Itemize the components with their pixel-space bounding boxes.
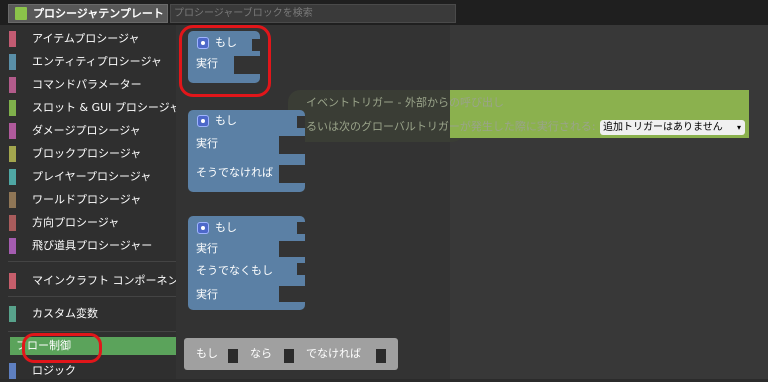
elseif-label: そうでなくもし	[196, 264, 273, 277]
category-color-bar	[9, 306, 16, 322]
category-item-procedures[interactable]: ダメージプロシージャ	[0, 119, 176, 142]
do-label: 実行	[196, 137, 218, 150]
category-color-bar	[9, 54, 16, 70]
value-slot	[284, 349, 294, 363]
category-label: ブロックプロシージャ	[32, 147, 142, 160]
divider	[8, 331, 176, 332]
category-item-procedures[interactable]: 飛び道具プロシージャー	[0, 234, 176, 257]
template-icon	[15, 7, 27, 20]
highlight-if-block	[179, 25, 271, 97]
if-do-else-block[interactable]: もし 実行 そうでなければ	[188, 110, 305, 192]
divider	[8, 296, 176, 297]
category-color-bar	[9, 100, 16, 116]
category-label: スロット & GUI プロシージャ	[32, 101, 181, 114]
tab-label: プロシージャテンプレート	[33, 7, 164, 20]
category-label: マインクラフト コンポーネント	[32, 274, 190, 287]
statement-slot	[279, 165, 305, 183]
input-notch	[297, 263, 305, 275]
category-item-procedures[interactable]: ワールドプロシージャ	[0, 188, 176, 211]
category-item-custom-variables[interactable]: カスタム変数	[0, 302, 176, 325]
tab-procedure-templates[interactable]: プロシージャテンプレート	[8, 4, 168, 23]
category-label: 方向プロシージャ	[32, 216, 120, 229]
chevron-down-icon: ▾	[736, 123, 741, 132]
event-subtitle: るいは次のグローバルトリガーが発生した際に実行される:	[306, 120, 596, 133]
category-label: プレイヤープロシージャ	[32, 170, 152, 183]
category-color-bar	[9, 31, 16, 47]
if-label: もし	[215, 114, 237, 127]
dropdown-value: 追加トリガーはありません	[603, 122, 723, 133]
else-label: そうでなければ	[196, 166, 273, 179]
category-label: カスタム変数	[32, 307, 98, 320]
input-notch	[297, 116, 305, 128]
if-label: もし	[196, 347, 218, 360]
category-label: ダメージプロシージャ	[32, 124, 141, 137]
else-label: でなければ	[306, 347, 361, 360]
highlight-flow-control	[22, 333, 102, 363]
category-label: アイテムプロシージャ	[32, 32, 140, 45]
category-color-bar	[9, 273, 16, 289]
gear-icon[interactable]	[197, 222, 209, 234]
category-item-procedures[interactable]: プレイヤープロシージャ	[0, 165, 176, 188]
statement-slot	[279, 136, 305, 154]
value-slot	[228, 349, 238, 363]
block-search-input[interactable]: プロシージャーブロックを検索	[170, 4, 456, 23]
global-trigger-dropdown[interactable]: 追加トリガーはありません ▾	[600, 120, 745, 135]
category-sidebar: アイテムプロシージャ エンティティプロシージャ コマンドパラメーター スロット …	[0, 25, 190, 379]
category-color-bar	[9, 146, 16, 162]
category-color-bar	[9, 123, 16, 139]
input-notch	[297, 222, 305, 234]
category-item-procedures[interactable]: スロット & GUI プロシージャ	[0, 96, 180, 119]
do-label: 実行	[196, 288, 218, 301]
category-color-bar	[9, 238, 16, 254]
category-item-procedures[interactable]: 方向プロシージャ	[0, 211, 176, 234]
category-color-bar	[9, 215, 16, 231]
statement-slot	[279, 241, 305, 257]
category-item-procedures[interactable]: エンティティプロシージャ	[0, 50, 176, 73]
statement-slot	[279, 286, 305, 302]
category-label: ロジック	[32, 364, 76, 377]
if-label: もし	[215, 221, 237, 234]
category-color-bar	[9, 363, 16, 379]
value-slot	[376, 349, 386, 363]
palette-header: プロシージャテンプレート プロシージャーブロックを検索	[0, 0, 768, 25]
category-label: 飛び道具プロシージャー	[32, 239, 153, 252]
category-item-procedures[interactable]: ブロックプロシージャ	[0, 142, 176, 165]
gear-icon[interactable]	[197, 115, 209, 127]
search-placeholder: プロシージャーブロックを検索	[174, 8, 313, 19]
do-label: 実行	[196, 242, 218, 255]
category-label: エンティティプロシージャ	[32, 55, 162, 68]
ternary-block[interactable]: もし なら でなければ	[184, 338, 398, 370]
event-title: イベントトリガー - 外部からの呼び出し	[306, 96, 504, 109]
category-label: ワールドプロシージャ	[32, 193, 142, 206]
category-color-bar	[9, 192, 16, 208]
category-item-procedures[interactable]: コマンドパラメーター	[0, 73, 176, 96]
divider	[8, 261, 176, 262]
category-color-bar	[9, 169, 16, 185]
then-label: なら	[250, 347, 272, 360]
category-color-bar	[9, 77, 16, 93]
category-item-procedures[interactable]: アイテムプロシージャ	[0, 27, 176, 50]
category-label: コマンドパラメーター	[32, 78, 142, 91]
category-item-minecraft-components[interactable]: マインクラフト コンポーネント	[0, 269, 190, 292]
if-elseif-block[interactable]: もし 実行 そうでなくもし 実行	[188, 216, 305, 310]
